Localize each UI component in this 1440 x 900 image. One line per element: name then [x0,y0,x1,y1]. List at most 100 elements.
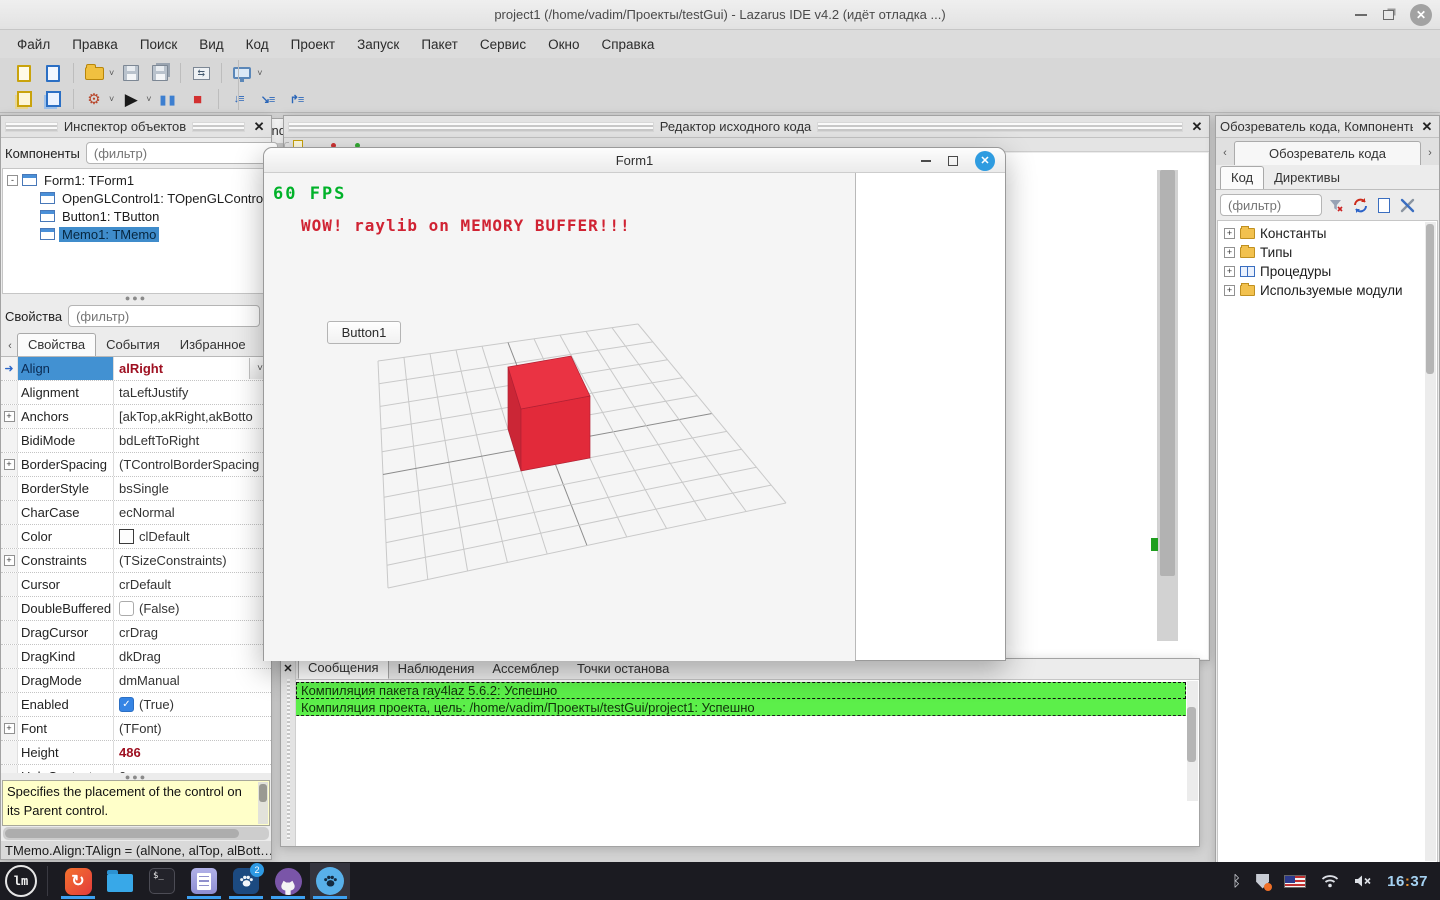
tab-scroll-right-icon[interactable]: › [1423,143,1437,163]
taskbar-item-terminal[interactable]: $_ [142,863,182,899]
property-value[interactable]: clDefault [114,525,271,548]
expand-icon[interactable]: + [4,459,15,470]
property-row-dragkind[interactable]: DragKinddkDrag [1,645,271,669]
object-inspector-close-icon[interactable]: ✕ [251,119,267,135]
property-value[interactable]: alRight˅ [114,357,271,380]
form1-maximize-button[interactable] [948,156,958,166]
menu-Запуск[interactable]: Запуск [346,37,410,52]
property-value[interactable]: ✓(True) [114,693,271,716]
drag-handle[interactable] [817,122,1183,132]
new-form-button[interactable] [41,62,65,84]
messages-tab-ассемблер[interactable]: Ассемблер [483,659,568,679]
step-out-button[interactable]: ↱≡ [285,88,309,110]
messages-close-icon[interactable]: ✕ [281,662,295,675]
property-value[interactable]: ecNormal [114,501,271,524]
property-row-height[interactable]: Height486 [1,741,271,765]
property-value[interactable]: (TSizeConstraints) [114,549,271,572]
components-filter-input[interactable] [86,142,278,164]
firewall-icon[interactable] [1256,874,1269,889]
taskbar-item-github-app[interactable] [268,863,308,899]
tree-expander-icon[interactable]: + [1224,247,1235,258]
property-row-helpcontext[interactable]: HelpContext0 [1,765,271,773]
menu-Окно[interactable]: Окно [537,37,590,52]
menu-Вид[interactable]: Вид [188,37,234,52]
inspector-hscrollbar-thumb[interactable] [5,829,239,838]
refresh-button[interactable] [1350,195,1370,215]
volume-muted-icon[interactable] [1354,874,1372,888]
clock[interactable]: 16:37 [1387,873,1428,890]
property-value[interactable]: (False) [114,597,271,620]
properties-page-button[interactable] [1374,195,1394,215]
properties-tab-свойства[interactable]: Свойства [17,333,96,356]
new-unit-button[interactable] [12,62,36,84]
property-row-dragcursor[interactable]: DragCursorcrDrag [1,621,271,645]
save-button[interactable] [119,62,143,84]
menu-Код[interactable]: Код [235,37,280,52]
build-mode-dropdown[interactable]: ˅ [109,94,114,104]
code-explorer-close-icon[interactable]: ✕ [1419,119,1435,135]
taskbar-item-paw-app-notify[interactable]: 2 [226,863,266,899]
property-value[interactable]: bdLeftToRight [114,429,271,452]
form-button1[interactable]: Button1 [327,321,401,344]
properties-tab-события[interactable]: События [96,334,170,356]
code-explorer-tab[interactable]: Обозреватель кода [1234,141,1421,165]
property-value[interactable]: [akTop,akRight,akBotto [114,405,271,428]
property-row-borderspacing[interactable]: +BorderSpacing(TControlBorderSpacing [1,453,271,477]
property-value[interactable]: (TControlBorderSpacing [114,453,271,476]
property-row-dragmode[interactable]: DragModedmManual [1,669,271,693]
property-value[interactable]: dkDrag [114,645,271,668]
taskbar-item-updater-app[interactable]: ↻ [58,863,98,899]
step-into-button[interactable]: ↘≡ [256,88,280,110]
code-explorer-scrollbar[interactable] [1425,222,1436,861]
taskbar-item-file-manager[interactable] [100,863,140,899]
toggle-form-unit-button[interactable]: ⇆ [189,62,213,84]
property-value[interactable]: taLeftJustify [114,381,271,404]
source-editor-titlebar[interactable]: Редактор исходного кода ✕ [284,116,1209,138]
run-dropdown[interactable]: ˅ [146,94,151,104]
bluetooth-icon[interactable]: ᛒ [1232,873,1241,890]
form1-minimize-button[interactable] [921,160,931,162]
property-row-font[interactable]: +Font(TFont) [1,717,271,741]
property-row-anchors[interactable]: +Anchors[akTop,akRight,akBotto [1,405,271,429]
clear-filter-button[interactable] [1326,195,1346,215]
drag-handle[interactable] [288,122,654,132]
property-row-constraints[interactable]: +Constraints(TSizeConstraints) [1,549,271,573]
run-button[interactable]: ▶ [119,88,143,110]
options-button[interactable] [1398,195,1418,215]
opengl-control[interactable]: 60 FPS WOW! raylib on MEMORY BUFFER!!! B… [264,173,855,661]
code-explorer-node-процедуры[interactable]: +Процедуры [1218,262,1437,281]
menu-Правка[interactable]: Правка [61,37,129,52]
menu-Пакет[interactable]: Пакет [410,37,469,52]
view-units-button[interactable] [12,88,36,110]
drag-handle[interactable] [192,122,245,132]
view-windows-dropdown[interactable]: ˅ [257,68,262,78]
drag-handle[interactable] [5,122,58,132]
splitter[interactable]: ●●● [1,294,271,301]
messages-scrollbar[interactable] [1187,681,1198,801]
messages-tab-наблюдения[interactable]: Наблюдения [389,659,484,679]
save-all-button[interactable] [148,62,172,84]
pause-button[interactable]: ▮▮ [157,88,181,110]
menu-Справка[interactable]: Справка [590,37,665,52]
code-explorer-filter-input[interactable] [1220,194,1322,216]
property-value[interactable]: crDefault [114,573,271,596]
wifi-icon[interactable] [1321,874,1339,888]
view-forms-button[interactable] [41,88,65,110]
property-row-alignment[interactable]: AlignmenttaLeftJustify [1,381,271,405]
inspector-hscrollbar[interactable] [3,827,269,840]
menu-Сервис[interactable]: Сервис [469,37,537,52]
form1-titlebar[interactable]: Form1 ✕ [264,148,1005,173]
source-editor-close-icon[interactable]: ✕ [1189,119,1205,135]
property-value[interactable]: crDrag [114,621,271,644]
close-button[interactable]: ✕ [1410,4,1432,26]
property-row-borderstyle[interactable]: BorderStylebsSingle [1,477,271,501]
property-row-color[interactable]: ColorclDefault [1,525,271,549]
property-row-doublebuffered[interactable]: DoubleBuffered(False) [1,597,271,621]
menu-Файл[interactable]: Файл [6,37,61,52]
messages-tab-точки-останова[interactable]: Точки останова [568,659,678,679]
messages-scrollbar-thumb[interactable] [1187,707,1196,762]
properties-filter-input[interactable] [68,305,260,327]
property-value[interactable]: bsSingle [114,477,271,500]
component-tree-item-button1[interactable]: Button1: TButton [3,207,269,225]
property-value[interactable]: 0 [114,765,271,773]
